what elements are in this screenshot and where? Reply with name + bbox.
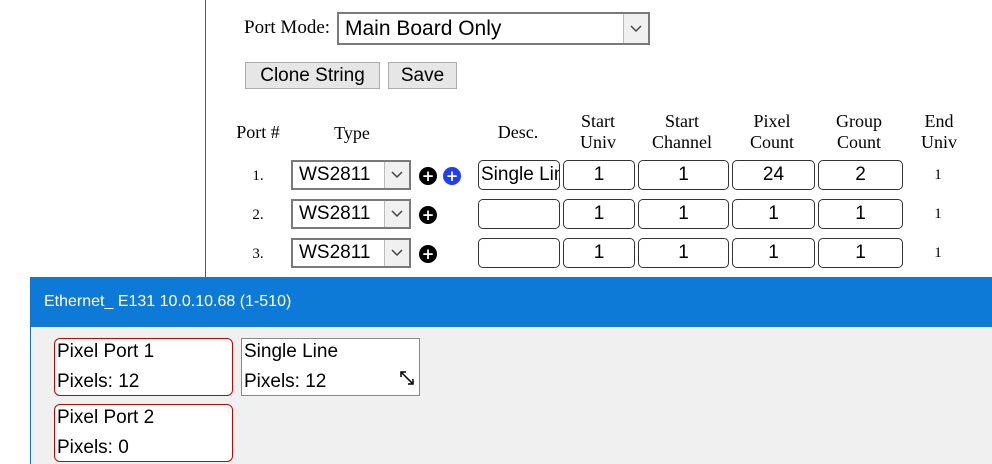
header-type: Type — [334, 123, 370, 143]
start-univ-input[interactable]: 1 — [563, 199, 635, 229]
end-univ-value: 1 — [934, 167, 942, 183]
chevron-down-icon — [384, 162, 409, 188]
chevron-down-icon — [623, 14, 648, 43]
start-channel-input[interactable]: 1 — [638, 238, 729, 268]
port-number: 3. — [252, 246, 264, 262]
port-pixels: Pixels: 12 — [57, 371, 140, 392]
window-body: Pixel Port 1 Pixels: 12 Single Line Pixe… — [31, 327, 992, 464]
type-select[interactable]: WS2811 — [291, 238, 411, 268]
port-number: 1. — [252, 168, 264, 184]
end-univ-value: 1 — [934, 206, 942, 222]
port-pixels: Pixels: 0 — [57, 437, 129, 458]
plus-circle-blue-icon[interactable]: + — [443, 167, 461, 185]
pixel-port-1[interactable]: Pixel Port 1 Pixels: 12 — [54, 338, 233, 396]
port-mode-select[interactable]: Main Board Only — [337, 12, 650, 45]
header-group-count: Group Count — [836, 111, 882, 152]
desc-input[interactable] — [478, 238, 560, 268]
type-select[interactable]: WS2811 — [291, 199, 411, 229]
string-name: Single Line — [244, 341, 339, 362]
desc-input[interactable] — [478, 199, 560, 229]
clone-string-button[interactable]: Clone String — [245, 62, 380, 89]
plus-circle-icon[interactable]: + — [419, 245, 437, 263]
plus-circle-icon[interactable]: + — [419, 167, 437, 185]
resize-arrow-icon — [400, 371, 414, 385]
chevron-down-icon — [384, 240, 409, 266]
header-start-channel: Start Channel — [652, 111, 712, 152]
desc-input[interactable]: Single Line — [478, 160, 560, 190]
window-title: Ethernet_ E131 10.0.10.68 (1-510) — [44, 293, 292, 310]
page-divider — [205, 0, 206, 290]
pixel-count-input[interactable]: 24 — [732, 160, 815, 190]
start-channel-input[interactable]: 1 — [638, 199, 729, 229]
port-name: Pixel Port 1 — [57, 341, 155, 362]
header-pixel-count: Pixel Count — [749, 111, 794, 152]
group-count-input[interactable]: 2 — [818, 160, 903, 190]
group-count-input[interactable]: 1 — [818, 199, 903, 229]
start-univ-input[interactable]: 1 — [563, 238, 635, 268]
window-title-bar[interactable]: Ethernet_ E131 10.0.10.68 (1-510) — [31, 277, 992, 327]
header-port-num: Port # — [236, 122, 280, 142]
port-mode-value: Main Board Only — [345, 16, 502, 40]
end-univ-value: 1 — [934, 245, 942, 261]
chevron-down-icon — [384, 201, 409, 227]
pixel-count-input[interactable]: 1 — [732, 199, 815, 229]
save-button[interactable]: Save — [388, 62, 457, 89]
start-univ-input[interactable]: 1 — [563, 160, 635, 190]
string-pixels: Pixels: 12 — [244, 371, 327, 392]
controller-window: Ethernet_ E131 10.0.10.68 (1-510) Pixel … — [30, 277, 992, 464]
pixel-port-2[interactable]: Pixel Port 2 Pixels: 0 — [54, 404, 233, 462]
string-single-line[interactable]: Single Line Pixels: 12 — [241, 338, 420, 396]
start-channel-input[interactable]: 1 — [638, 160, 729, 190]
pixel-count-input[interactable]: 1 — [732, 238, 815, 268]
header-end-univ: End Univ — [921, 111, 957, 152]
port-number: 2. — [252, 207, 264, 223]
port-name: Pixel Port 2 — [57, 407, 155, 428]
group-count-input[interactable]: 1 — [818, 238, 903, 268]
port-mode-label: Port Mode: — [244, 17, 331, 38]
type-select[interactable]: WS2811 — [291, 160, 411, 190]
header-desc: Desc. — [497, 122, 539, 142]
plus-circle-icon[interactable]: + — [419, 206, 437, 224]
header-start-univ: Start Univ — [580, 111, 616, 152]
